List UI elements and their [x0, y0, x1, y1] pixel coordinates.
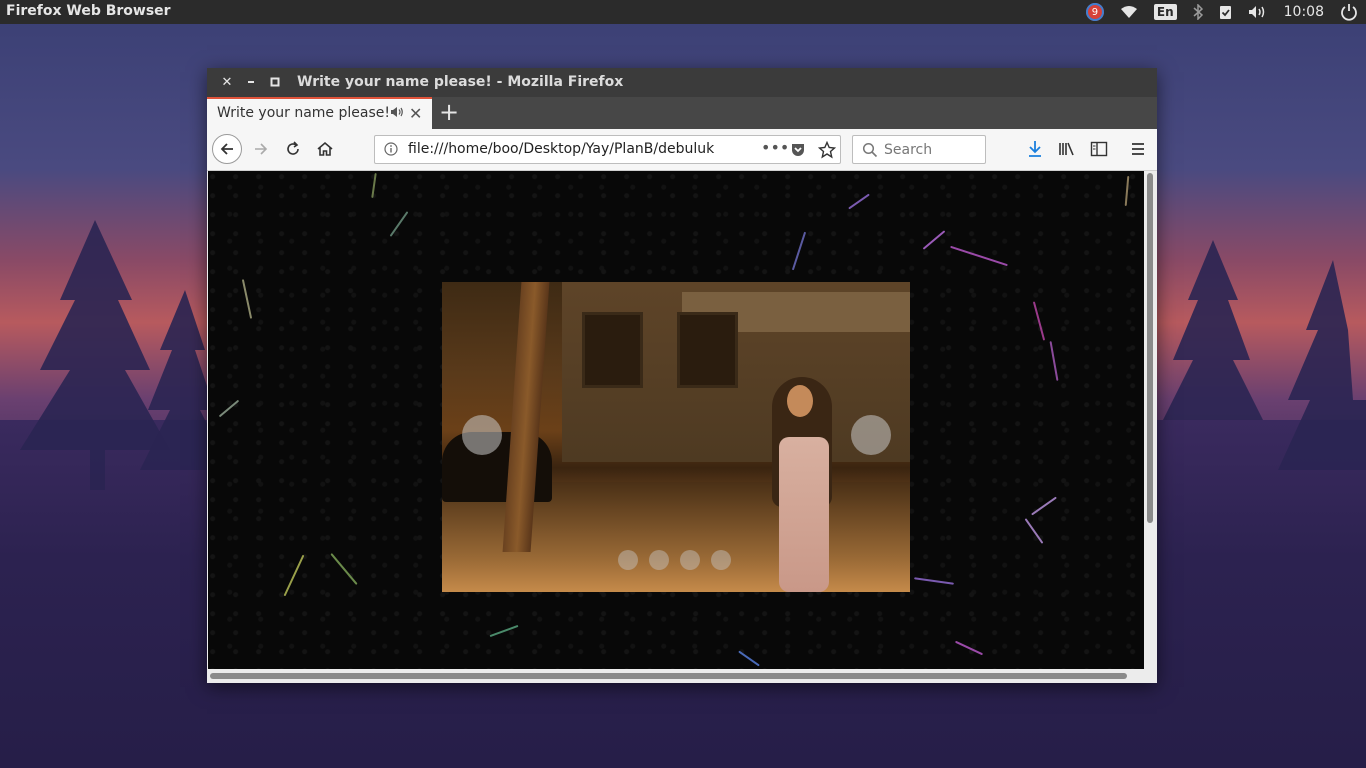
- particle-streak: [954, 640, 984, 656]
- search-box[interactable]: Search: [852, 135, 986, 164]
- particle-streak: [330, 553, 358, 585]
- sidebar-button[interactable]: [1088, 138, 1110, 160]
- slide-photo-detail: [767, 377, 837, 592]
- reload-icon: [287, 141, 299, 155]
- new-tab-button[interactable]: +: [439, 98, 459, 126]
- particle-streak: [389, 211, 409, 237]
- particle-streak: [1024, 518, 1044, 544]
- vertical-scroll-thumb[interactable]: [1147, 173, 1153, 523]
- slider-dot[interactable]: [711, 550, 731, 570]
- particle-streak: [489, 624, 519, 638]
- particle-streak: [218, 399, 240, 418]
- bookmark-star-icon[interactable]: [818, 141, 836, 159]
- minimize-window-button[interactable]: [243, 74, 259, 90]
- particle-streak: [241, 279, 253, 319]
- top-panel: Firefox Web Browser 9 En 10:08: [0, 0, 1366, 24]
- clock[interactable]: 10:08: [1276, 4, 1332, 20]
- url-text[interactable]: file:///home/boo/Desktop/Yay/PlanB/debul…: [408, 141, 728, 157]
- particle-streak: [914, 577, 954, 585]
- back-button[interactable]: [212, 134, 242, 164]
- particle-streak: [848, 193, 870, 210]
- firefox-window: ✕ Write your name please! - Mozilla Fire…: [207, 68, 1157, 683]
- volume-icon[interactable]: [1240, 0, 1276, 24]
- particle-streak: [922, 230, 946, 250]
- keyboard-layout-indicator[interactable]: En: [1146, 0, 1185, 24]
- download-icon: [1029, 141, 1041, 157]
- reload-button[interactable]: [282, 138, 304, 160]
- slider-dot[interactable]: [649, 550, 669, 570]
- menu-button[interactable]: [1127, 138, 1149, 160]
- clipboard-check-icon[interactable]: [1211, 0, 1240, 24]
- sidebar-icon: [1090, 141, 1108, 157]
- forest-silhouette-left: [20, 220, 230, 490]
- bluetooth-icon[interactable]: [1185, 0, 1211, 24]
- window-titlebar[interactable]: ✕ Write your name please! - Mozilla Fire…: [207, 68, 1157, 97]
- image-slider[interactable]: [442, 282, 910, 592]
- page-content: [208, 171, 1144, 669]
- home-button[interactable]: [314, 138, 336, 160]
- particle-streak: [1032, 301, 1046, 341]
- library-icon: [1059, 142, 1074, 156]
- forward-button[interactable]: [250, 138, 272, 160]
- window-title: Write your name please! - Mozilla Firefo…: [297, 74, 624, 90]
- arrow-right-icon: [255, 143, 268, 155]
- slider-pagination: [618, 550, 731, 570]
- particle-streak: [371, 172, 377, 199]
- particle-streak: [1031, 496, 1057, 516]
- notification-count-badge: 9: [1085, 3, 1104, 21]
- slider-dot[interactable]: [618, 550, 638, 570]
- forest-silhouette-right: [1163, 240, 1366, 470]
- particle-streak: [1124, 175, 1130, 207]
- particle-streak: [283, 554, 305, 597]
- url-bar[interactable]: file:///home/boo/Desktop/Yay/PlanB/debul…: [374, 135, 841, 164]
- maximize-window-button[interactable]: [267, 74, 283, 90]
- tab-bar: Write your name please! ✕ +: [207, 97, 1157, 129]
- active-app-name: Firefox Web Browser: [6, 3, 171, 19]
- pocket-icon[interactable]: [790, 142, 806, 158]
- system-tray: 9 En 10:08: [1078, 0, 1366, 24]
- slider-dot[interactable]: [680, 550, 700, 570]
- downloads-button[interactable]: [1024, 138, 1046, 160]
- speaker-icon[interactable]: [390, 106, 404, 122]
- search-placeholder: Search: [884, 142, 933, 158]
- page-actions-menu-icon[interactable]: •••: [761, 138, 789, 157]
- particle-streak: [791, 231, 807, 271]
- tab-label: Write your name please!: [217, 105, 390, 121]
- tab-active[interactable]: Write your name please! ✕: [207, 97, 432, 129]
- keyboard-layout-label: En: [1153, 4, 1177, 20]
- arrow-left-icon: [220, 143, 233, 155]
- close-window-button[interactable]: ✕: [219, 74, 235, 90]
- slider-next-button[interactable]: [851, 415, 891, 455]
- library-button[interactable]: [1056, 138, 1078, 160]
- power-icon[interactable]: [1332, 0, 1366, 24]
- horizontal-scrollbar[interactable]: [207, 669, 1157, 683]
- home-icon: [317, 141, 333, 156]
- wifi-icon[interactable]: [1112, 0, 1146, 24]
- slider-prev-button[interactable]: [462, 415, 502, 455]
- search-icon: [862, 142, 878, 158]
- particle-streak: [1049, 341, 1059, 381]
- particle-streak: [738, 650, 760, 667]
- hamburger-menu-icon: [1132, 143, 1144, 155]
- close-tab-icon[interactable]: ✕: [409, 104, 422, 123]
- vertical-scrollbar[interactable]: [1144, 171, 1157, 669]
- horizontal-scroll-thumb[interactable]: [210, 673, 1127, 679]
- navigation-toolbar: file:///home/boo/Desktop/Yay/PlanB/debul…: [207, 129, 1157, 171]
- notifications-indicator[interactable]: 9: [1078, 0, 1112, 24]
- slide-photo-detail: [677, 312, 738, 388]
- slide-photo-detail: [582, 312, 643, 388]
- particle-streak: [950, 245, 1008, 267]
- info-icon[interactable]: [384, 142, 398, 156]
